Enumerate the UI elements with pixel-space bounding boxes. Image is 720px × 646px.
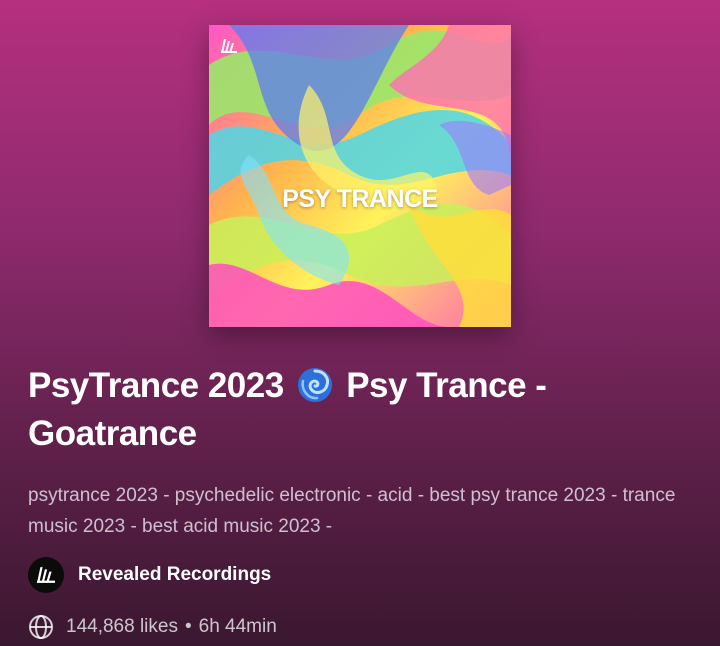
title-part-2: Psy Trance - bbox=[346, 366, 547, 405]
owner-name[interactable]: Revealed Recordings bbox=[78, 564, 271, 586]
likes-count: 144,868 likes bbox=[66, 616, 178, 637]
globe-icon bbox=[29, 615, 53, 639]
title-part-1: PsyTrance 2023 bbox=[28, 366, 284, 405]
playlist-title: PsyTrance 2023 Psy Trance - Goatrance bbox=[28, 362, 698, 458]
cover-title-text: PSY TRANCE bbox=[282, 185, 438, 213]
revealed-logo-icon bbox=[37, 567, 55, 583]
playlist-meta: 144,868 likes • 6h 44min bbox=[28, 612, 277, 642]
revealed-logo-icon bbox=[221, 39, 237, 53]
playlist-cover-art[interactable]: PSY TRANCE bbox=[209, 25, 511, 327]
playlist-description: psytrance 2023 - psychedelic electronic … bbox=[28, 485, 676, 537]
playlist-duration: 6h 44min bbox=[198, 616, 277, 637]
cyclone-spiral-icon bbox=[297, 368, 332, 402]
psychedelic-swirl-art bbox=[209, 25, 511, 327]
owner-avatar[interactable] bbox=[28, 557, 64, 593]
meta-separator: • bbox=[184, 616, 192, 637]
title-part-3: Goatrance bbox=[28, 414, 197, 453]
playlist-owner[interactable]: Revealed Recordings bbox=[28, 557, 271, 593]
